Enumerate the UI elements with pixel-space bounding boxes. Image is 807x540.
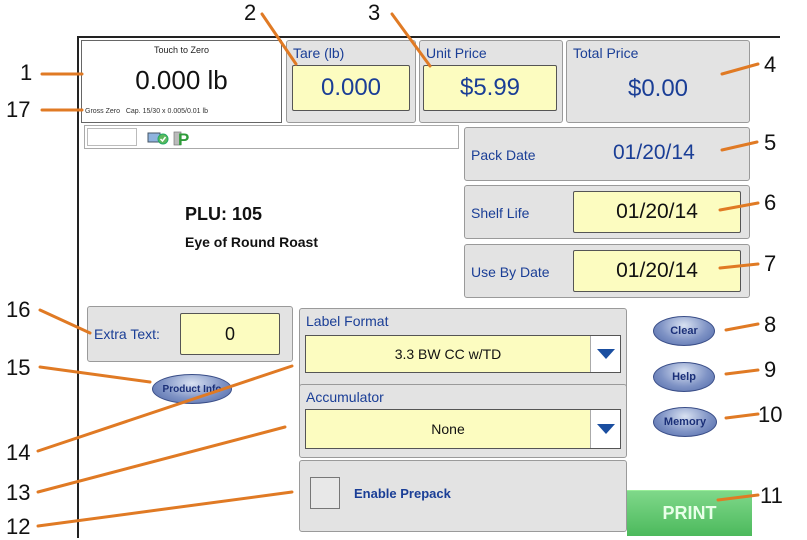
- callout-number: 4: [764, 52, 777, 77]
- callout-number: 13: [6, 480, 31, 505]
- callout-number: 10: [758, 402, 783, 427]
- callout-number: 8: [764, 312, 777, 337]
- callout-number: 9: [764, 357, 777, 382]
- callout-number: 14: [6, 440, 31, 465]
- callout-number: 11: [760, 483, 783, 508]
- callout-lines: [36, 12, 760, 528]
- callout-number: 2: [244, 0, 257, 25]
- callout-number: 6: [764, 190, 777, 215]
- callout-number: 16: [6, 297, 31, 322]
- callout-number: 15: [6, 355, 31, 380]
- callout-number: 17: [6, 97, 31, 122]
- callout-number: 3: [368, 0, 381, 25]
- callout-number: 1: [20, 60, 33, 85]
- callout-number: 5: [764, 130, 777, 155]
- callout-number: 12: [6, 514, 31, 539]
- callout-number: 7: [764, 251, 777, 276]
